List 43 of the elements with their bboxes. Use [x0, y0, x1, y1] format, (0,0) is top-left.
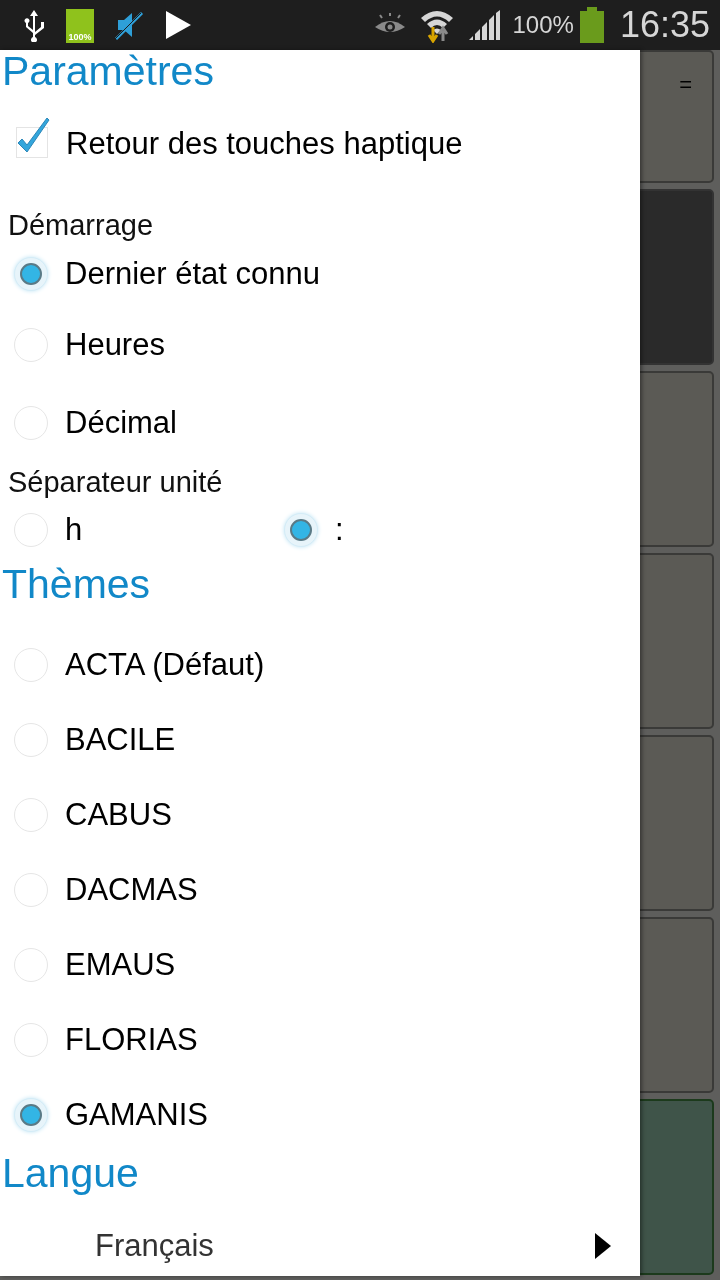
- radio-option[interactable]: Décimal: [0, 384, 640, 462]
- clock: 16:35: [619, 4, 710, 46]
- radio-option[interactable]: CABUS: [0, 777, 640, 852]
- radio-option[interactable]: ACTA (Défaut): [0, 627, 640, 702]
- option-label: Retour des touches haptique: [66, 126, 463, 162]
- battery-icon: [579, 7, 604, 43]
- option-label: CABUS: [65, 796, 172, 833]
- option-label: EMAUS: [65, 946, 176, 983]
- radio-button[interactable]: [284, 513, 318, 547]
- radio-option[interactable]: :: [270, 499, 540, 561]
- radio-button[interactable]: [14, 1097, 48, 1132]
- battery-percent: 100%: [512, 11, 574, 39]
- option-label: ACTA (Défaut): [65, 646, 265, 683]
- group-label: Démarrage: [7, 208, 155, 242]
- group-label: Séparateur unité: [7, 465, 224, 499]
- radio-option[interactable]: GAMANIS: [0, 1077, 640, 1152]
- radio-option[interactable]: h: [0, 499, 270, 561]
- option-label: GAMANIS: [65, 1096, 208, 1133]
- play-icon: [164, 10, 192, 40]
- radio-option[interactable]: DACMAS: [0, 852, 640, 927]
- section-heading: Paramètres: [1, 50, 215, 94]
- option-label: Heures: [65, 327, 165, 363]
- option-label: h: [65, 512, 83, 548]
- option-label: BACILE: [65, 721, 176, 758]
- radio-option[interactable]: FLORIAS: [0, 1002, 640, 1077]
- radio-option[interactable]: EMAUS: [0, 927, 640, 1002]
- language-selector[interactable]: Français: [0, 1208, 640, 1276]
- mute-icon: [114, 9, 144, 41]
- option-label: :: [335, 512, 344, 548]
- section-heading: Thèmes: [1, 561, 152, 607]
- radio-option[interactable]: Heures: [0, 306, 640, 384]
- option-label: Décimal: [65, 405, 177, 441]
- dropdown-triangle-icon: [594, 1233, 612, 1259]
- usb-icon: [22, 8, 46, 42]
- battery-label: 100%: [68, 32, 92, 43]
- radio-button[interactable]: [14, 257, 48, 291]
- radio-option[interactable]: BACILE: [0, 702, 640, 777]
- radio-option[interactable]: Dernier état connu: [0, 242, 640, 306]
- option-label: FLORIAS: [65, 1021, 198, 1058]
- option-label: Dernier état connu: [65, 256, 321, 292]
- checkbox[interactable]: [15, 117, 51, 159]
- option-label: DACMAS: [65, 871, 198, 908]
- section-heading: Langue: [1, 1150, 140, 1196]
